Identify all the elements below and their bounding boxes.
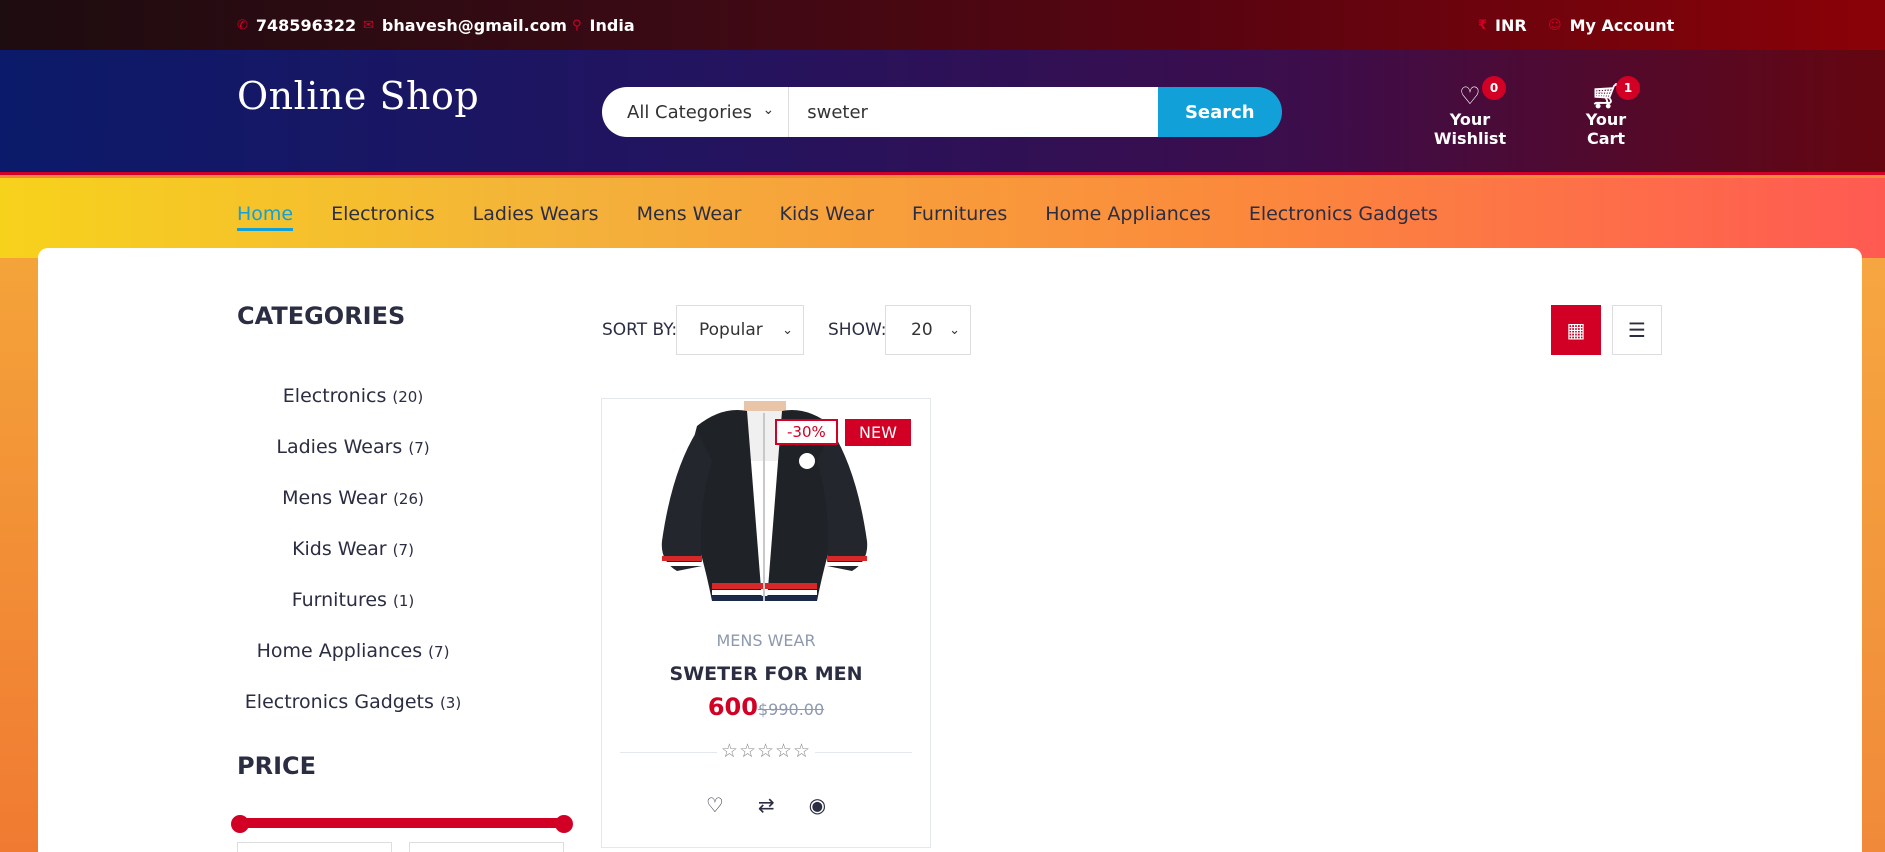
wishlist-count-badge: 0 [1482,76,1506,100]
category-name: Home Appliances [256,640,423,662]
price-max-input[interactable] [409,842,564,852]
price-title: PRICE [237,752,317,780]
grid-icon: ▦ [1566,318,1586,342]
price-slider-track [237,818,570,828]
category-item-electronics[interactable]: Electronics (20) [237,385,469,436]
add-to-wishlist-icon[interactable]: ♡ [706,793,724,817]
price-slider-min-handle[interactable] [231,815,249,833]
category-name: Ladies Wears [276,436,403,458]
quick-view-eye-icon[interactable]: ◉ [809,793,826,817]
cart-label: Your Cart [1585,110,1627,148]
account-text: My Account [1569,16,1675,35]
compare-icon[interactable]: ⇄ [758,793,775,817]
chevron-down-icon: ⌄ [782,322,793,338]
wishlist-button[interactable]: ♡ Your Wishlist 0 [1420,76,1520,148]
user-icon: ☺ [1548,18,1562,33]
price-range-slider[interactable] [231,815,573,833]
product-category: MENS WEAR [716,631,816,650]
cart-button[interactable]: 🛒︎ Your Cart 1 [1566,76,1646,148]
location-text: India [589,16,635,35]
list-icon: ☰ [1628,318,1646,342]
list-view-button[interactable]: ☰ [1612,305,1662,355]
product-actions: ♡ ⇄ ◉ [602,793,930,817]
header-email[interactable]: ✉ bhavesh@gmail.com [363,16,567,35]
category-list: Electronics (20) Ladies Wears (7) Mens W… [237,385,469,742]
nav-item-furnitures[interactable]: Furnitures [912,203,1007,231]
category-name: Mens Wear [282,487,388,509]
cart-count-badge: 1 [1616,76,1640,100]
nav-item-ladies-wears[interactable]: Ladies Wears [473,203,599,231]
product-rating: ☆☆☆☆☆ [602,740,930,762]
nav-item-electronics[interactable]: Electronics [331,203,435,231]
category-item-ladies-wears[interactable]: Ladies Wears (7) [237,436,469,487]
my-account-link[interactable]: ☺ My Account [1548,16,1674,35]
category-item-mens-wear[interactable]: Mens Wear (26) [237,487,469,538]
category-count: (26) [393,490,424,508]
show-count-select[interactable]: 20 ⌄ [885,305,971,355]
product-price: 600$990.00 [602,693,930,721]
phone-icon: ✆ [237,18,248,33]
grid-view-button[interactable]: ▦ [1551,305,1601,355]
sort-by-select[interactable]: Popular ⌄ [676,305,804,355]
nav-item-mens-wear[interactable]: Mens Wear [637,203,742,231]
category-name: Electronics [282,385,387,407]
category-name: Electronics Gadgets [244,691,434,713]
site-logo[interactable]: Online Shop [237,74,479,118]
category-select-value: All Categories [627,101,753,123]
product-card[interactable]: -30% NEW MENS WEAR SWETER FOR MEN 600$99… [601,398,931,848]
email-text: bhavesh@gmail.com [381,16,567,35]
price-slider-max-handle[interactable] [555,815,573,833]
nav-item-home[interactable]: Home [237,203,294,231]
category-item-furnitures[interactable]: Furnitures (1) [237,589,469,640]
nav-item-electronics-gadgets[interactable]: Electronics Gadgets [1249,203,1438,231]
category-count: (7) [428,643,450,661]
show-count-value: 20 [911,320,933,340]
header-location[interactable]: ⚲ India [572,16,635,35]
category-count: (20) [392,388,424,406]
main-navigation: Home Electronics Ladies Wears Mens Wear … [0,178,1885,258]
category-name: Furnitures [291,589,387,611]
wishlist-label: Your Wishlist [1433,110,1507,148]
currency-link[interactable]: ₹ INR [1478,16,1527,35]
nav-item-home-appliances[interactable]: Home Appliances [1045,203,1211,231]
categories-title: CATEGORIES [237,302,406,330]
new-badge: NEW [845,419,911,446]
top-bar: ✆ 748596322 ✉ bhavesh@gmail.com ⚲ India … [0,0,1885,50]
category-count: (1) [393,592,415,610]
search-form: All Categories ⌄ sweter Search [602,87,1282,137]
product-name[interactable]: SWETER FOR MEN [602,663,930,685]
envelope-icon: ✉ [363,18,374,33]
category-count: (3) [439,694,462,712]
star-icons: ☆☆☆☆☆ [716,740,816,762]
category-item-electronics-gadgets[interactable]: Electronics Gadgets (3) [237,691,469,742]
current-price: 600 [707,693,758,721]
phone-text: 748596322 [255,16,357,35]
old-price: $990.00 [757,700,825,719]
chevron-down-icon: ⌄ [762,102,775,118]
chevron-down-icon: ⌄ [949,322,960,338]
show-label: SHOW: [828,320,887,340]
search-input[interactable]: sweter [789,87,1158,137]
price-min-input[interactable] [237,842,392,852]
map-marker-icon: ⚲ [572,18,582,33]
nav-item-kids-wear[interactable]: Kids Wear [779,203,874,231]
sort-by-value: Popular [699,320,763,340]
category-count: (7) [408,439,430,457]
sale-badge: -30% [775,419,838,445]
sort-by-label: SORT BY: [602,320,678,340]
header-phone[interactable]: ✆ 748596322 [237,16,356,35]
page-background-right [1861,258,1885,852]
category-item-kids-wear[interactable]: Kids Wear (7) [237,538,469,589]
search-button[interactable]: Search [1157,87,1282,137]
currency-text: INR [1495,16,1527,35]
rupee-icon: ₹ [1478,18,1488,33]
category-name: Kids Wear [292,538,387,560]
category-select[interactable]: All Categories ⌄ [602,87,790,137]
page-background-left [0,258,38,852]
category-count: (7) [392,541,414,559]
category-item-home-appliances[interactable]: Home Appliances (7) [237,640,469,691]
main-header: Online Shop All Categories ⌄ sweter Sear… [0,50,1885,175]
